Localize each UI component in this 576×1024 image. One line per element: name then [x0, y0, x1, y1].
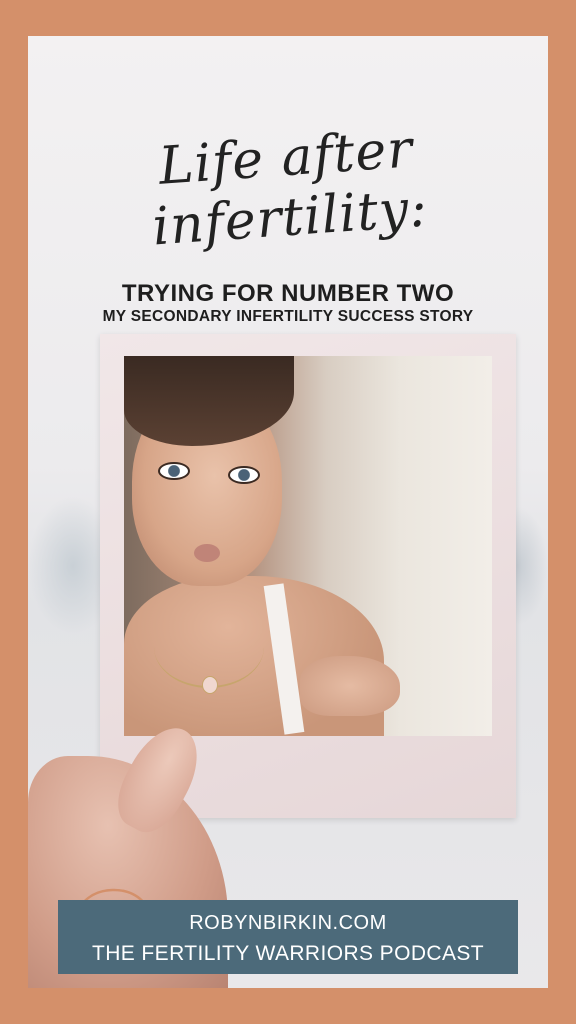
pin-card: Life after infertility: TRYING FOR NUMBE… [28, 36, 548, 988]
subheadline: MY SECONDARY INFERTILITY SUCCESS STORY [102, 308, 474, 325]
podcast-name: THE FERTILITY WARRIORS PODCAST [92, 942, 484, 965]
photo-hand [300, 656, 400, 716]
portrait-photo [124, 356, 492, 736]
headline: TRYING FOR NUMBER TWO [121, 280, 455, 307]
photo-eye-right [228, 466, 260, 484]
script-title: Life after infertility: [150, 119, 430, 258]
website-link[interactable]: ROBYNBIRKIN.COM [58, 912, 518, 935]
photo-lips [194, 544, 220, 562]
photo-eye-left [158, 462, 190, 480]
podcast-banner[interactable]: ROBYNBIRKIN.COM THE FERTILITY WARRIORS P… [58, 900, 518, 974]
photo-pendant [202, 676, 218, 694]
